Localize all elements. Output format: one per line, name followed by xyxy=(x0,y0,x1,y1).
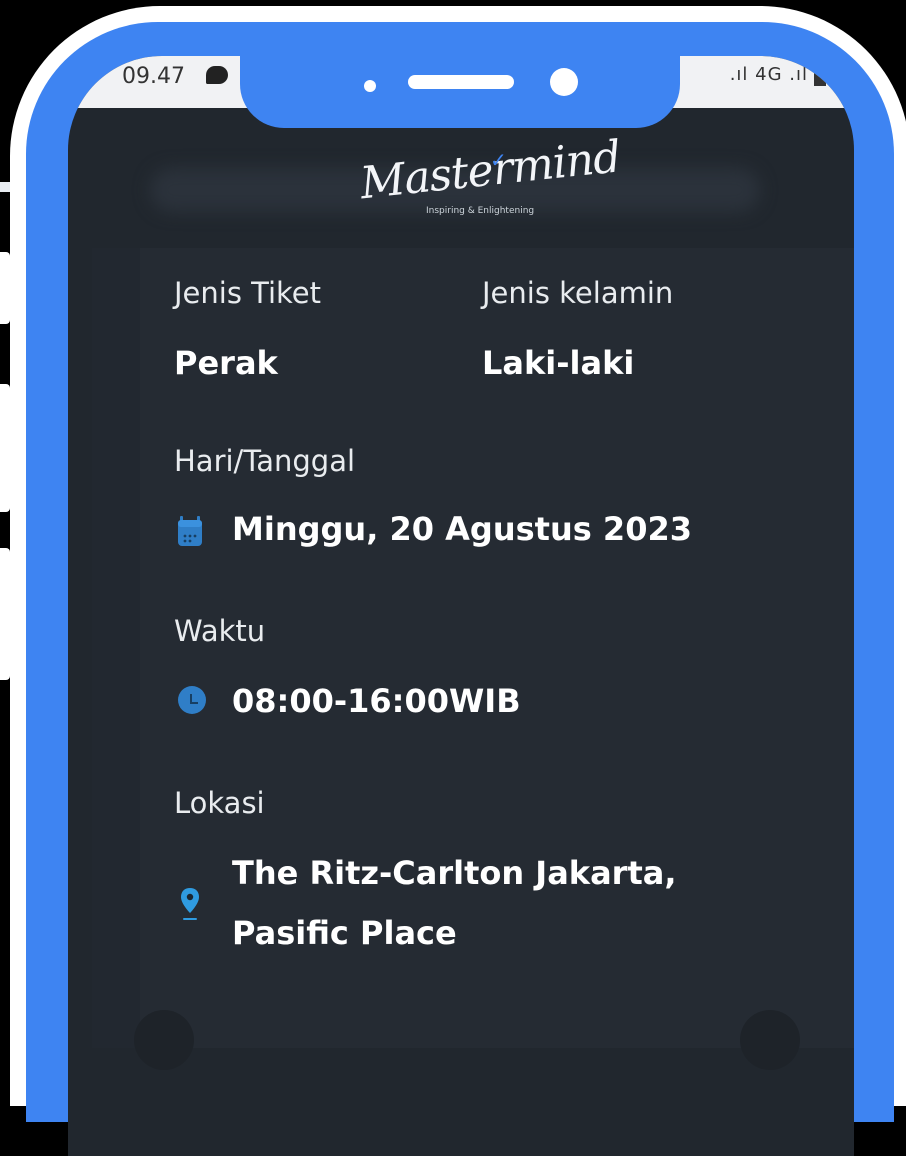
phone-side-button-bottom xyxy=(0,548,10,680)
card-shade-right xyxy=(790,248,854,1048)
clock-icon xyxy=(178,686,206,714)
ticket-notch-left xyxy=(134,1010,194,1070)
battery-icon xyxy=(814,66,826,86)
location-line1: The Ritz-Carlton Jakarta, xyxy=(232,854,677,892)
date-label: Hari/Tanggal xyxy=(174,444,356,478)
signal-indicator: .ıl 4G .ıl xyxy=(729,64,808,85)
notch-sensor xyxy=(364,80,376,92)
ticket-type-label: Jenis Tiket xyxy=(174,276,322,310)
time-label: Waktu xyxy=(174,614,266,648)
phone-side-button-top xyxy=(0,252,10,324)
ticket-type-value: Perak xyxy=(174,344,278,382)
check-icon: ✓ xyxy=(490,148,507,172)
status-time: 09.47 xyxy=(122,64,185,89)
location-label: Lokasi xyxy=(174,786,265,820)
location-pin-icon xyxy=(181,888,199,920)
brand-tagline: Inspiring & Enlightening xyxy=(426,206,535,216)
notch-camera xyxy=(550,68,578,96)
location-line2: Pasific Place xyxy=(232,914,457,952)
gender-label: Jenis kelamin xyxy=(482,276,674,310)
date-value: Minggu, 20 Agustus 2023 xyxy=(232,510,692,548)
brand-logo: Mastermind ✓ Inspiring & Enlightening xyxy=(357,131,623,220)
card-shade-left xyxy=(92,248,140,1048)
phone-side-button-mid xyxy=(0,384,10,512)
brand-logo-word: Mastermind xyxy=(357,131,623,210)
notch-speaker xyxy=(408,75,514,89)
time-value: 08:00-16:00WIB xyxy=(232,682,521,720)
ticket-notch-right xyxy=(740,1010,800,1070)
calendar-icon xyxy=(178,516,202,546)
gender-value: Laki-laki xyxy=(482,344,635,382)
message-icon xyxy=(206,66,228,84)
